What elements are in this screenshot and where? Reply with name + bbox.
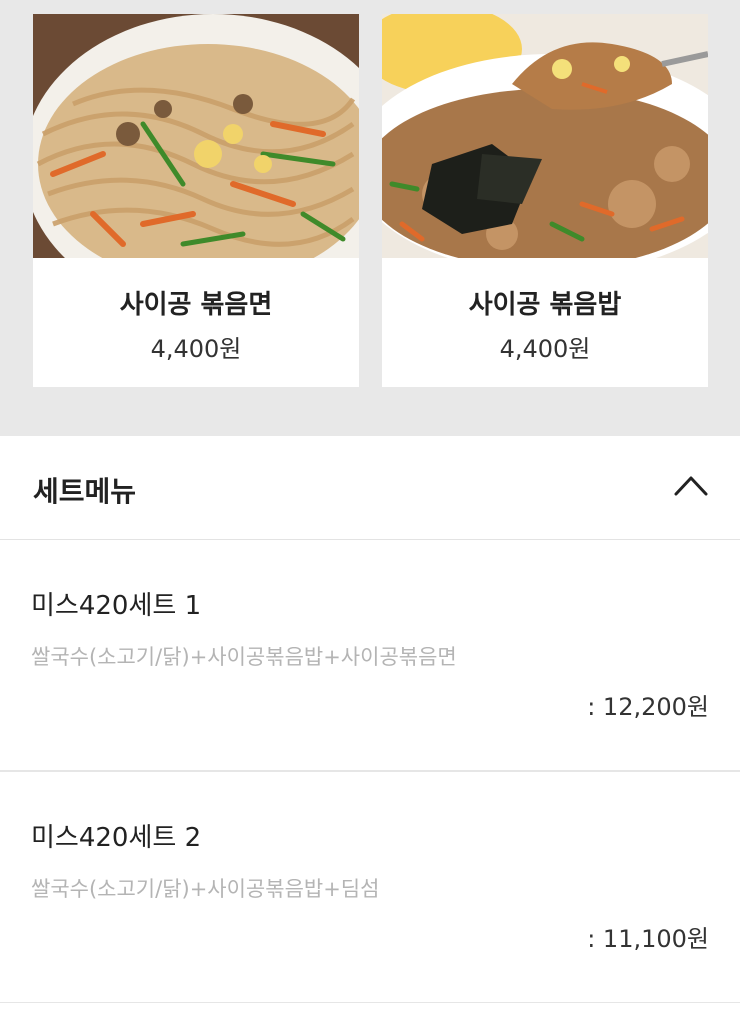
set-price: : 12,200원 [587,693,709,721]
set-menu-item[interactable]: 미스420세트 1 쌀국수(소고기/닭)+사이공볶음밥+사이공볶음면 : 12,… [0,540,740,772]
section-title: 세트메뉴 [33,475,137,508]
set-description: 쌀국수(소고기/닭)+사이공볶음밥+딤섬 [31,877,380,901]
set-menu-header[interactable]: 세트메뉴 [0,436,740,541]
set-name: 미스420세트 1 [31,591,202,621]
menu-card-price: 4,400원 [150,335,242,363]
page-bottom [0,1003,740,1012]
menu-card-name: 사이공 볶음면 [119,290,273,320]
fried-rice-photo [382,14,708,258]
set-menu-item[interactable]: 미스420세트 2 쌀국수(소고기/닭)+사이공볶음밥+딤섬 : 11,100원 [0,772,740,1004]
menu-card-fried-rice[interactable]: 사이공 볶음밥 4,400원 [382,14,708,387]
set-price: : 11,100원 [587,925,709,953]
chevron-up-icon[interactable] [670,468,712,502]
set-description: 쌀국수(소고기/닭)+사이공볶음밥+사이공볶음면 [31,645,457,669]
menu-card-price: 4,400원 [499,335,591,363]
menu-card-noodles[interactable]: 사이공 볶음면 4,400원 [33,14,359,387]
menu-card-name: 사이공 볶음밥 [468,290,622,320]
stir-fried-noodles-photo [33,14,359,258]
set-name: 미스420세트 2 [31,823,202,853]
menu-card-area: 사이공 볶음면 4,400원 사이공 볶음밥 4,400원 [0,0,740,436]
